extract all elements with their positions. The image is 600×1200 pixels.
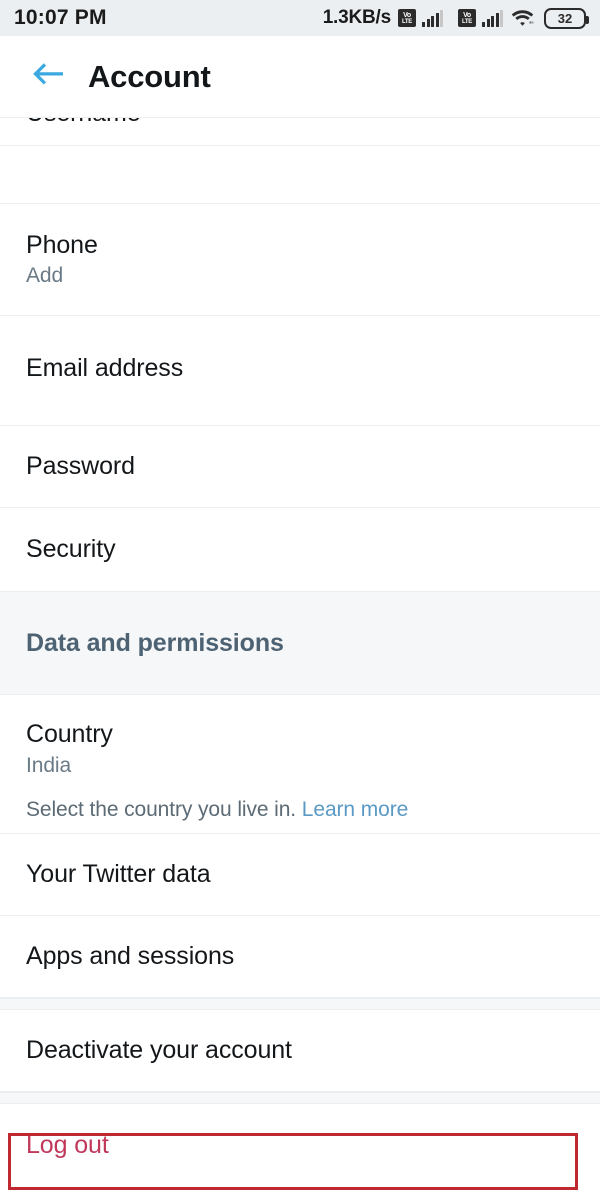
arrow-left-icon xyxy=(30,60,66,93)
country-label: Country xyxy=(26,720,113,749)
security-label: Security xyxy=(26,535,116,564)
settings-list[interactable]: Username Phone Add Email address Passwor… xyxy=(0,118,600,1186)
volte-sim1-bottom-label: LTE xyxy=(402,18,412,25)
settings-row-security[interactable]: Security xyxy=(0,508,600,592)
section-header-data-and-permissions: Data and permissions xyxy=(0,592,600,695)
password-label: Password xyxy=(26,452,135,481)
country-value: India xyxy=(26,753,72,777)
volte-sim1-top-label: Vo xyxy=(403,11,411,19)
phone-label: Phone xyxy=(26,230,98,259)
volte-sim2-icon: Vo LTE xyxy=(458,9,476,27)
username-row-remainder xyxy=(0,146,600,204)
signal-bars-sim2-icon xyxy=(482,9,503,27)
log-out-label: Log out xyxy=(26,1130,109,1159)
country-help-sentence: Select the country you live in. xyxy=(26,797,297,821)
section-divider-band-1 xyxy=(0,998,600,1010)
section-header-label: Data and permissions xyxy=(26,628,284,657)
battery-level-label: 32 xyxy=(557,10,573,26)
settings-row-phone[interactable]: Phone Add xyxy=(0,204,600,316)
settings-row-deactivate-account[interactable]: Deactivate your account xyxy=(0,1010,600,1092)
settings-row-email-address[interactable]: Email address xyxy=(0,316,600,426)
settings-row-log-out[interactable]: Log out xyxy=(0,1104,600,1186)
settings-row-username[interactable]: Username xyxy=(0,118,600,146)
phone-screen: 10:07 PM 1.3KB/s Vo LTE Vo LTE 32 Accoun… xyxy=(0,0,600,1200)
volte-sim2-top-label: Vo xyxy=(463,11,471,19)
country-help-text: Select the country you live in. Learn mo… xyxy=(26,798,574,822)
status-clock: 10:07 PM xyxy=(14,6,107,29)
section-divider-band-2 xyxy=(0,1092,600,1104)
network-speed-indicator: 1.3KB/s xyxy=(322,7,392,28)
status-icons: 1.3KB/s Vo LTE Vo LTE 32 xyxy=(322,7,589,29)
your-twitter-data-label: Your Twitter data xyxy=(26,860,211,889)
signal-bars-sim1-icon xyxy=(422,9,443,27)
settings-row-your-twitter-data[interactable]: Your Twitter data xyxy=(0,834,600,916)
status-bar: 10:07 PM 1.3KB/s Vo LTE Vo LTE 32 xyxy=(0,0,600,36)
settings-row-password[interactable]: Password xyxy=(0,426,600,508)
settings-row-apps-and-sessions[interactable]: Apps and sessions xyxy=(0,916,600,998)
learn-more-link[interactable]: Learn more xyxy=(302,798,408,821)
volte-sim2-bottom-label: LTE xyxy=(462,18,472,25)
page-title: Account xyxy=(88,58,211,94)
username-label: Username xyxy=(26,118,141,128)
settings-row-country[interactable]: Country India Select the country you liv… xyxy=(0,695,600,834)
email-address-label: Email address xyxy=(26,353,184,382)
back-button[interactable] xyxy=(26,55,70,99)
deactivate-account-label: Deactivate your account xyxy=(26,1036,292,1065)
apps-and-sessions-label: Apps and sessions xyxy=(26,942,235,971)
phone-value: Add xyxy=(26,264,64,288)
battery-icon: 32 xyxy=(544,7,589,29)
volte-sim1-icon: Vo LTE xyxy=(398,9,416,27)
app-bar: Account xyxy=(0,36,600,118)
wifi-icon xyxy=(511,9,534,27)
